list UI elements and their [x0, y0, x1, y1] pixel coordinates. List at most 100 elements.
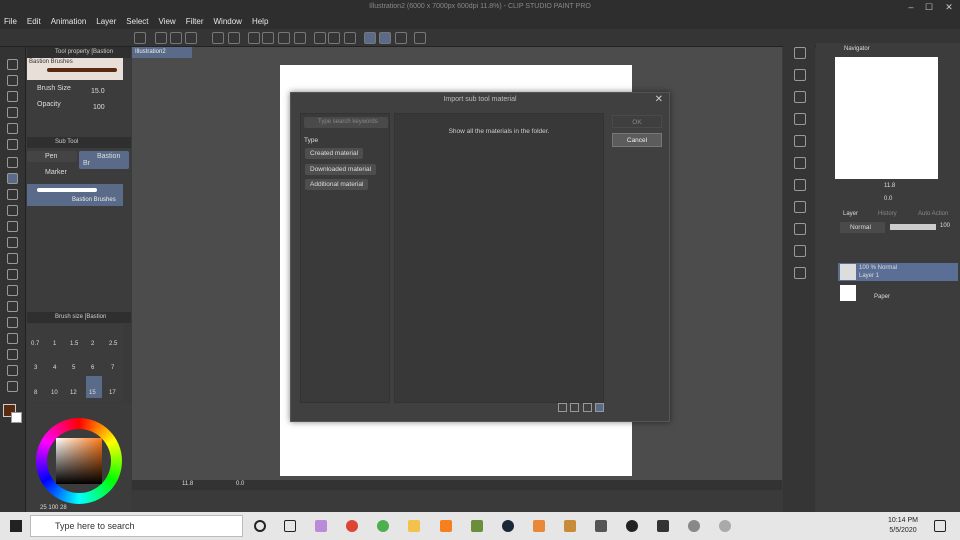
new-file-icon[interactable] — [155, 32, 167, 44]
opacity-value[interactable]: 100 — [93, 104, 105, 111]
size-3[interactable]: 3 — [34, 365, 37, 371]
sub-color-swatch[interactable] — [11, 412, 22, 423]
fill-icon[interactable] — [262, 32, 274, 44]
crop-icon[interactable] — [294, 32, 306, 44]
navigator-preview[interactable] — [835, 57, 938, 179]
size-6[interactable]: 6 — [91, 365, 94, 371]
eraser-icon[interactable] — [7, 237, 18, 248]
view-list-icon[interactable] — [595, 403, 604, 412]
menu-view[interactable]: View — [159, 17, 176, 26]
sub-tool-tab-pen[interactable]: Pen — [27, 151, 77, 162]
deselect-icon[interactable] — [314, 32, 326, 44]
layer-row-paper[interactable]: Paper — [838, 284, 958, 302]
color-wheel[interactable] — [36, 418, 122, 504]
ruler-tool-icon[interactable] — [7, 333, 18, 344]
menu-help[interactable]: Help — [252, 17, 268, 26]
tab-layer[interactable]: Layer — [843, 211, 858, 217]
menu-edit[interactable]: Edit — [27, 17, 41, 26]
ruler-icon[interactable] — [395, 32, 407, 44]
steam-icon[interactable] — [502, 520, 514, 532]
clip-studio-paint-icon[interactable] — [719, 520, 731, 532]
transform-icon[interactable] — [278, 32, 290, 44]
canvas-rotation-value[interactable]: 0.0 — [236, 481, 244, 487]
blend-mode-select[interactable]: Normal — [840, 222, 885, 233]
settings-icon[interactable] — [414, 32, 426, 44]
ok-button[interactable]: OK — [612, 115, 662, 128]
select-all-icon[interactable] — [344, 32, 356, 44]
size-0-7[interactable]: 0.7 — [31, 341, 39, 347]
calculator-icon[interactable] — [595, 520, 607, 532]
airbrush-icon[interactable] — [7, 221, 18, 232]
type-additional-material[interactable]: Additional material — [305, 179, 369, 190]
balloon-icon[interactable] — [7, 365, 18, 376]
dialog-close-button[interactable]: ✕ — [655, 94, 663, 105]
menu-animation[interactable]: Animation — [51, 17, 87, 26]
type-created-material[interactable]: Created material — [305, 148, 364, 159]
canvas-zoom-value[interactable]: 11.8 — [182, 481, 193, 487]
type-downloaded-material[interactable]: Downloaded material — [305, 164, 377, 175]
color-saturation-square[interactable] — [56, 438, 102, 484]
panel-icon-5[interactable] — [794, 157, 806, 169]
panel-icon-4[interactable] — [794, 135, 806, 147]
fill-tool-icon[interactable] — [7, 269, 18, 280]
maximize-button[interactable]: ☐ — [922, 2, 936, 12]
file-explorer-icon[interactable] — [408, 520, 420, 532]
gradient-icon[interactable] — [7, 285, 18, 296]
app-icon-3[interactable] — [440, 520, 452, 532]
hand-icon[interactable] — [7, 75, 18, 86]
eyedropper-icon[interactable] — [7, 157, 18, 168]
size-2[interactable]: 2 — [91, 341, 94, 347]
move-layer-icon[interactable] — [7, 107, 18, 118]
size-5[interactable]: 5 — [72, 365, 75, 371]
layer-row-1[interactable]: 100 % Normal Layer 1 — [838, 263, 958, 281]
tab-history[interactable]: History — [878, 211, 897, 217]
app-icon-1[interactable] — [315, 520, 327, 532]
size-17[interactable]: 17 — [109, 390, 116, 396]
search-icon[interactable] — [794, 47, 806, 59]
panel-icon-3[interactable] — [794, 113, 806, 125]
app-icon-5[interactable] — [564, 520, 576, 532]
menu-filter[interactable]: Filter — [186, 17, 204, 26]
layer-opacity-value[interactable]: 100 — [940, 223, 950, 229]
size-2-5[interactable]: 2.5 — [109, 341, 117, 347]
menu-window[interactable]: Window — [214, 17, 242, 26]
layer-opacity-slider[interactable] — [890, 224, 936, 230]
windows-start-icon[interactable] — [10, 520, 22, 532]
close-window-button[interactable]: ✕ — [942, 2, 956, 12]
redo-icon[interactable] — [228, 32, 240, 44]
panel-icon-7[interactable] — [794, 201, 806, 213]
sub-tool-marker[interactable]: Marker — [27, 167, 77, 178]
pen-tool-icon[interactable] — [7, 173, 18, 184]
menu-file[interactable]: File — [4, 17, 17, 26]
navigator-zoom[interactable]: 11.8 — [884, 183, 895, 189]
size-15[interactable]: 15 — [89, 390, 96, 396]
text-icon[interactable] — [7, 349, 18, 360]
minecraft-icon[interactable] — [471, 520, 483, 532]
app-icon-7[interactable] — [657, 520, 669, 532]
panel-icon-6[interactable] — [794, 179, 806, 191]
brush-size-value[interactable]: 15.0 — [91, 88, 105, 95]
notifications-icon[interactable] — [934, 520, 946, 532]
tab-auto-action[interactable]: Auto Action — [918, 211, 948, 217]
sub-tool-tab-bastion[interactable]: Bastion Br — [79, 151, 129, 169]
size-8[interactable]: 8 — [34, 390, 37, 396]
lasso-icon[interactable] — [7, 123, 18, 134]
app-icon-2[interactable] — [377, 520, 389, 532]
brush-icon[interactable] — [7, 205, 18, 216]
pencil-icon[interactable] — [7, 189, 18, 200]
view-detail-icon[interactable] — [558, 403, 567, 412]
cortana-icon[interactable] — [254, 520, 266, 532]
size-7[interactable]: 7 — [111, 365, 114, 371]
save-icon[interactable] — [185, 32, 197, 44]
app-icon-6[interactable] — [626, 520, 638, 532]
blend-icon[interactable] — [7, 253, 18, 264]
invert-selection-icon[interactable] — [328, 32, 340, 44]
cancel-button[interactable]: Cancel — [612, 133, 662, 147]
open-file-icon[interactable] — [170, 32, 182, 44]
sub-tool-brush-item[interactable]: Bastion Brushes — [27, 184, 123, 206]
navigator-angle[interactable]: 0.0 — [884, 196, 892, 202]
app-icon-4[interactable] — [533, 520, 545, 532]
stabilizer-icon[interactable] — [364, 32, 376, 44]
panel-icon-2[interactable] — [794, 91, 806, 103]
taskbar-search-input[interactable]: Type here to search — [30, 515, 243, 537]
